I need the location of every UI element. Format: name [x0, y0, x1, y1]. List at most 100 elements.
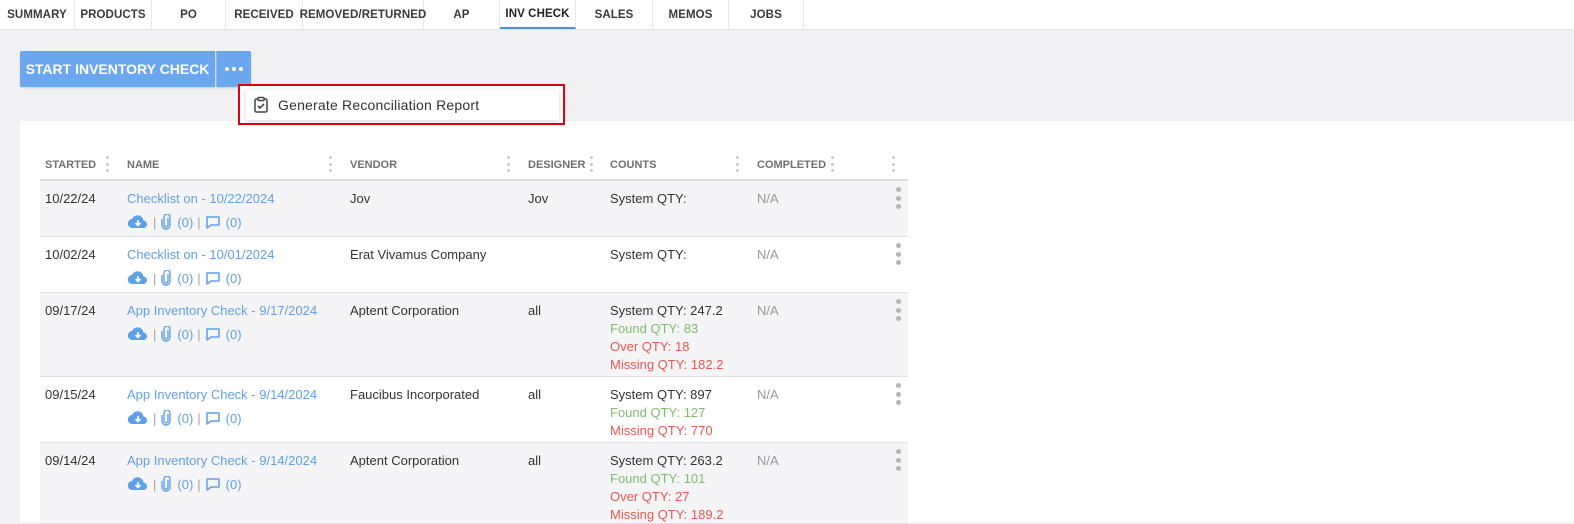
row-actions: | (0) | (0)	[127, 214, 242, 230]
counts: System QTY: 263.2 Found QTY: 101 Over QTY:…	[610, 452, 723, 524]
col-name[interactable]: NAME	[127, 150, 159, 179]
comment-count[interactable]: (0)	[226, 327, 242, 342]
designer: all	[528, 303, 542, 318]
cloud-download-icon[interactable]	[127, 270, 149, 286]
tab-inv-check[interactable]: INV CHECK	[500, 0, 576, 29]
attachment-count[interactable]: (0)	[177, 477, 193, 492]
checklist-name-link[interactable]: App Inventory Check - 9/14/2024	[127, 452, 317, 470]
counts: System QTY: 897 Found QTY: 127 Missing QTY…	[610, 386, 713, 440]
tab-sales[interactable]: SALES	[576, 0, 653, 29]
tab-ap[interactable]: AP	[424, 0, 500, 29]
tab-memos[interactable]: MEMOS	[653, 0, 729, 29]
cloud-download-icon[interactable]	[127, 214, 149, 230]
col-designer[interactable]: DESIGNER	[528, 150, 585, 179]
comment-icon[interactable]	[205, 411, 221, 426]
paperclip-icon[interactable]	[160, 410, 172, 426]
found-qty: Found QTY: 101	[610, 471, 706, 486]
row-actions: | (0) | (0)	[127, 326, 242, 342]
more-options-button[interactable]	[216, 51, 251, 87]
col-vendor[interactable]: VENDOR	[350, 150, 397, 179]
paperclip-icon[interactable]	[160, 214, 172, 230]
checklist-name-link[interactable]: App Inventory Check - 9/17/2024	[127, 302, 317, 320]
separator: |	[153, 214, 157, 230]
completed: N/A	[757, 191, 779, 206]
counts: System QTY:	[610, 246, 687, 264]
attachment-count[interactable]: (0)	[177, 411, 193, 426]
counts: System QTY: 247.2 Found QTY: 83 Over QTY: …	[610, 302, 723, 374]
column-resize-handle[interactable]	[831, 156, 835, 172]
separator: |	[153, 270, 157, 286]
col-completed[interactable]: COMPLETED	[757, 150, 826, 179]
generate-reconciliation-report-item[interactable]: Generate Reconciliation Report	[246, 90, 559, 120]
row-menu-icon[interactable]	[896, 243, 902, 265]
start-inventory-check-button[interactable]: START INVENTORY CHECK	[20, 51, 215, 87]
cloud-download-icon[interactable]	[127, 476, 149, 492]
column-resize-handle[interactable]	[892, 156, 896, 172]
system-qty: System QTY: 247.2	[610, 303, 723, 318]
column-resize-handle[interactable]	[507, 156, 511, 172]
checklist-name-link[interactable]: Checklist on - 10/01/2024	[127, 246, 274, 264]
table-header: STARTED NAME VENDOR DESIGNER COUNTS COMP…	[40, 150, 908, 181]
system-qty: System QTY: 897	[610, 387, 712, 402]
vendor: Aptent Corporation	[350, 303, 460, 318]
system-qty: System QTY: 263.2	[610, 453, 723, 468]
checklist-name-link[interactable]: App Inventory Check - 9/14/2024	[127, 386, 317, 404]
started-date: 09/14/24	[45, 453, 96, 468]
vendor: Erat Vivamus Company	[350, 247, 487, 262]
comment-count[interactable]: (0)	[226, 215, 242, 230]
row-menu-icon[interactable]	[896, 449, 902, 471]
tab-po[interactable]: PO	[152, 0, 226, 29]
table-row: 10/22/24 Checklist on - 10/22/2024 | (0) | (0…	[40, 181, 908, 237]
row-menu-icon[interactable]	[896, 187, 902, 209]
inventory-check-table: STARTED NAME VENDOR DESIGNER COUNTS COMP…	[40, 150, 908, 524]
comment-icon[interactable]	[205, 215, 221, 230]
tab-jobs[interactable]: JOBS	[729, 0, 804, 29]
checklist-name-link[interactable]: Checklist on - 10/22/2024	[127, 190, 274, 208]
vendor: Faucibus Incorporated	[350, 387, 480, 402]
attachment-count[interactable]: (0)	[177, 271, 193, 286]
over-qty: Over QTY: 27	[610, 489, 690, 504]
tab-removed-returned[interactable]: REMOVED/RETURNED	[300, 0, 426, 29]
attachment-count[interactable]: (0)	[177, 327, 193, 342]
cloud-download-icon[interactable]	[127, 410, 149, 426]
tab-received[interactable]: RECEIVED	[226, 0, 303, 29]
tab-summary[interactable]: SUMMARY	[0, 0, 75, 29]
found-qty: Found QTY: 127	[610, 405, 706, 420]
completed: N/A	[757, 247, 779, 262]
missing-qty: Missing QTY: 189.2	[610, 507, 724, 522]
row-menu-icon[interactable]	[896, 383, 902, 405]
started-date: 10/22/24	[45, 191, 96, 206]
completed: N/A	[757, 387, 779, 402]
designer: all	[528, 387, 542, 402]
column-resize-handle[interactable]	[329, 156, 333, 172]
paperclip-icon[interactable]	[160, 476, 172, 492]
tab-bar: SUMMARY PRODUCTS PO RECEIVED REMOVED/RET…	[0, 0, 1574, 30]
row-menu-icon[interactable]	[896, 299, 902, 321]
comment-icon[interactable]	[205, 271, 221, 286]
more-horizontal-icon	[225, 67, 243, 71]
designer: Jov	[528, 191, 549, 206]
column-resize-handle[interactable]	[106, 156, 110, 172]
col-counts[interactable]: COUNTS	[610, 150, 656, 179]
system-qty: System QTY:	[610, 191, 687, 206]
tab-products[interactable]: PRODUCTS	[75, 0, 152, 29]
comment-count[interactable]: (0)	[226, 411, 242, 426]
col-started[interactable]: STARTED	[45, 150, 96, 179]
started-date: 09/17/24	[45, 303, 96, 318]
paperclip-icon[interactable]	[160, 270, 172, 286]
comment-count[interactable]: (0)	[226, 477, 242, 492]
column-resize-handle[interactable]	[736, 156, 740, 172]
comment-icon[interactable]	[205, 327, 221, 342]
column-resize-handle[interactable]	[590, 156, 594, 172]
more-options-dropdown: Generate Reconciliation Report	[238, 84, 565, 125]
comment-count[interactable]: (0)	[226, 271, 242, 286]
separator: |	[197, 476, 201, 492]
paperclip-icon[interactable]	[160, 326, 172, 342]
started-date: 09/15/24	[45, 387, 96, 402]
row-actions: | (0) | (0)	[127, 270, 242, 286]
missing-qty: Missing QTY: 182.2	[610, 357, 724, 372]
attachment-count[interactable]: (0)	[177, 215, 193, 230]
comment-icon[interactable]	[205, 477, 221, 492]
cloud-download-icon[interactable]	[127, 326, 149, 342]
separator: |	[153, 410, 157, 426]
